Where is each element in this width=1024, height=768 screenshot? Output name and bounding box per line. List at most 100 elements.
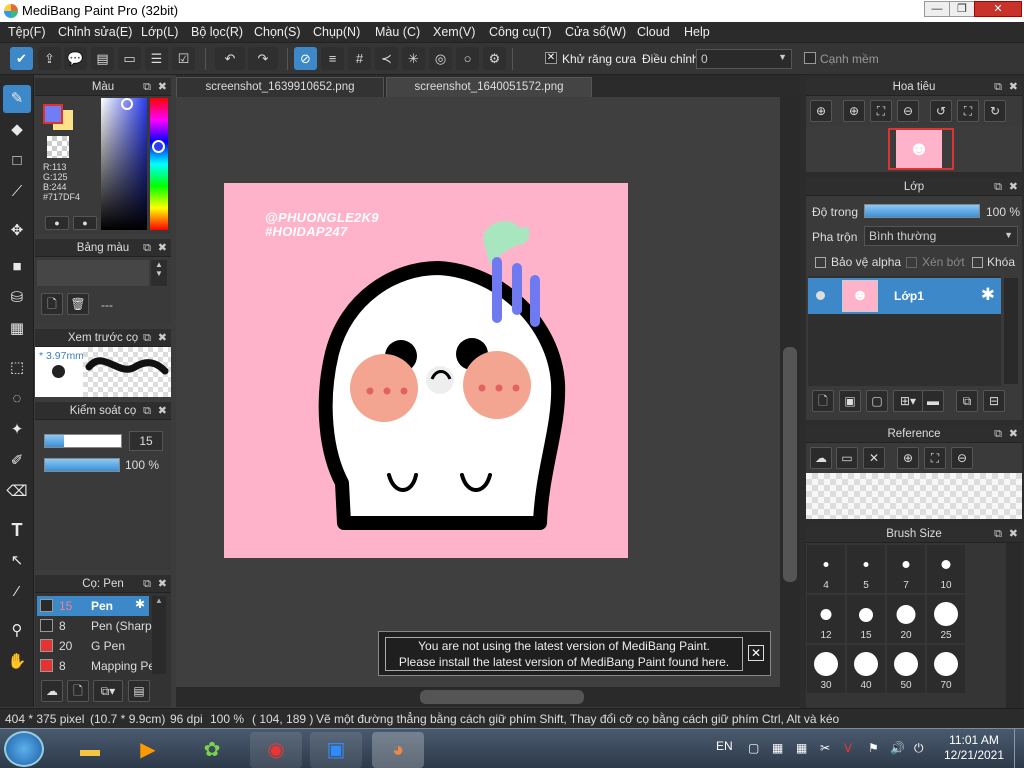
eyedropper-icon[interactable]: ● — [73, 216, 97, 230]
menu-tools[interactable]: Công cụ(T) — [489, 25, 552, 39]
snap-settings-icon[interactable]: ⚙ — [483, 47, 506, 70]
close-reference-icon[interactable]: ✕ — [863, 447, 885, 469]
tab-screenshot-1639910652[interactable]: screenshot_1639910652.png — [176, 77, 384, 97]
undo-icon[interactable]: ↶ — [215, 47, 245, 70]
brush-list-item-mapping-pen[interactable]: 8 Mapping Pen — [37, 656, 167, 676]
palette-icon[interactable]: ● — [45, 216, 69, 230]
palette-swatch-area[interactable] — [37, 260, 149, 286]
menu-snap[interactable]: Chụp(N) — [313, 25, 360, 39]
brush-menu-icon[interactable]: ⧉▾ — [93, 680, 123, 702]
layer-opacity-slider[interactable] — [864, 204, 980, 218]
gradient-tool-icon[interactable]: ▦ — [3, 315, 31, 343]
delete-palette-icon[interactable]: 🗑 — [67, 293, 89, 315]
undock-icon[interactable]: ⧉ — [143, 575, 151, 593]
brush-size-preset[interactable]: 30 — [807, 645, 845, 693]
brush-size-preset[interactable]: 15 — [847, 595, 885, 643]
undock-icon[interactable]: ⧉ — [143, 239, 151, 257]
add-brush-cloud-icon[interactable]: ☁ — [41, 680, 63, 702]
menu-filter[interactable]: Bộ lọc(R) — [191, 25, 243, 39]
close-icon[interactable]: ✖ — [158, 239, 167, 257]
hue-slider[interactable] — [150, 98, 168, 230]
move-tool-icon[interactable]: ✥ — [3, 217, 31, 245]
folder-icon[interactable]: ▬ — [922, 390, 944, 412]
foreground-color-swatch[interactable] — [43, 104, 63, 124]
operation-tool-icon[interactable]: ↖ — [3, 547, 31, 575]
power-icon[interactable]: ⏻ — [914, 741, 924, 756]
checklist-icon[interactable]: ☑ — [172, 47, 195, 70]
close-icon[interactable]: ✖ — [158, 575, 167, 593]
zoom-in-icon[interactable]: ⊕ — [843, 100, 865, 122]
brush-size-value[interactable]: 15 — [129, 431, 163, 451]
layer-scrollbar[interactable] — [1004, 278, 1018, 384]
menu-help[interactable]: Help — [684, 25, 710, 39]
dot-tool-icon[interactable]: ⟋ — [3, 178, 31, 206]
brush-size-preset[interactable]: 50 — [887, 645, 925, 693]
snap-off-icon[interactable]: ⊘ — [294, 47, 317, 70]
brush-size-preset[interactable]: 5 — [847, 545, 885, 593]
eraser-tool-icon[interactable]: ◆ — [3, 116, 31, 144]
select-eraser-tool-icon[interactable]: ⌫ — [3, 478, 31, 506]
brush-list-item-pen[interactable]: 15 Pen ✱ — [37, 596, 149, 616]
close-icon[interactable]: ✖ — [1009, 178, 1018, 196]
close-icon[interactable]: ✖ — [158, 329, 167, 347]
undock-icon[interactable]: ⧉ — [143, 329, 151, 347]
protect-alpha-checkbox[interactable] — [815, 257, 826, 268]
brush-size-preset[interactable]: 10 — [927, 545, 965, 593]
volume-icon[interactable]: 🔊 — [890, 741, 905, 755]
close-icon[interactable]: ✕ — [748, 645, 764, 661]
media-player-icon[interactable]: ▶ — [122, 732, 174, 768]
new-1bit-layer-icon[interactable]: ▢ — [866, 390, 888, 412]
tab-screenshot-1640051572[interactable]: screenshot_1640051572.png — [386, 77, 592, 97]
rotate-right-icon[interactable]: ↻ — [984, 100, 1006, 122]
rotate-left-icon[interactable]: ↺ — [930, 100, 952, 122]
antivirus-tray-icon[interactable]: V — [844, 741, 852, 755]
radial-snap-icon[interactable]: ✳ — [402, 47, 425, 70]
tools-tray-icon[interactable]: ✂ — [820, 741, 830, 755]
notification-line2[interactable]: Please install the latest version of Med… — [386, 654, 742, 670]
lock-checkbox[interactable] — [972, 257, 983, 268]
clipping-checkbox[interactable] — [906, 257, 917, 268]
concentric-snap-icon[interactable]: ◎ — [429, 47, 452, 70]
close-icon[interactable]: ✖ — [158, 78, 167, 96]
menu-view[interactable]: Xem(V) — [433, 25, 475, 39]
new-halftone-layer-icon[interactable]: ▣ — [839, 390, 861, 412]
gear-icon[interactable]: ✱ — [135, 597, 145, 611]
chrome-icon[interactable]: ◉ — [250, 732, 302, 768]
menu-layer[interactable]: Lớp(L) — [141, 25, 178, 39]
brush-size-preset[interactable]: 4 — [807, 545, 845, 593]
menu-edit[interactable]: Chỉnh sửa(E) — [58, 25, 132, 39]
network-tray-icon[interactable]: ▦ — [796, 741, 807, 755]
list-icon[interactable]: ☰ — [145, 47, 168, 70]
undock-icon[interactable]: ⧉ — [994, 425, 1002, 443]
canvas-horizontal-scrollbar[interactable] — [176, 687, 800, 707]
zoom-in-icon[interactable]: ⊕ — [897, 447, 919, 469]
scrollbar-thumb[interactable] — [420, 690, 584, 704]
layer-item-1[interactable]: ☻ Lớp1 ✱ — [808, 278, 1001, 314]
zoom-out-icon[interactable]: ⊖ — [951, 447, 973, 469]
reference-canvas[interactable] — [806, 473, 1022, 519]
lasso-tool-icon[interactable]: ◌ — [3, 385, 31, 413]
open-folder-icon[interactable]: ▭ — [836, 447, 858, 469]
fill-rect-tool-icon[interactable]: ■ — [3, 253, 31, 281]
minimize-button[interactable]: — — [924, 1, 950, 17]
scrollbar-thumb[interactable] — [783, 347, 797, 582]
redo-icon[interactable]: ↷ — [248, 47, 278, 70]
zoom-out-icon[interactable]: ⊖ — [897, 100, 919, 122]
document-icon[interactable]: ▭ — [118, 47, 141, 70]
gear-icon[interactable]: ✱ — [981, 285, 995, 305]
clock[interactable]: 11:01 AM 12/21/2021 — [936, 733, 1012, 763]
menu-cloud[interactable]: Cloud — [637, 25, 670, 39]
menu-window[interactable]: Cửa sổ(W) — [565, 25, 626, 39]
coc-coc-icon[interactable]: ✿ — [186, 732, 238, 768]
brush-size-preset[interactable]: 20 — [887, 595, 925, 643]
grid-snap-icon[interactable]: # — [348, 47, 371, 70]
undock-icon[interactable]: ⧉ — [143, 402, 151, 420]
transparent-color-swatch[interactable] — [47, 136, 69, 158]
perspective-snap-icon[interactable]: ≺ — [375, 47, 398, 70]
add-layer-menu-icon[interactable]: ⊞▾ — [893, 390, 923, 412]
start-button[interactable] — [4, 731, 44, 767]
keyboard-tray-icon[interactable]: ▦ — [772, 741, 783, 755]
eyedropper-tool-icon[interactable]: ⚲ — [3, 617, 31, 645]
brush-size-preset[interactable]: 12 — [807, 595, 845, 643]
brush-opacity-slider[interactable] — [44, 458, 120, 472]
